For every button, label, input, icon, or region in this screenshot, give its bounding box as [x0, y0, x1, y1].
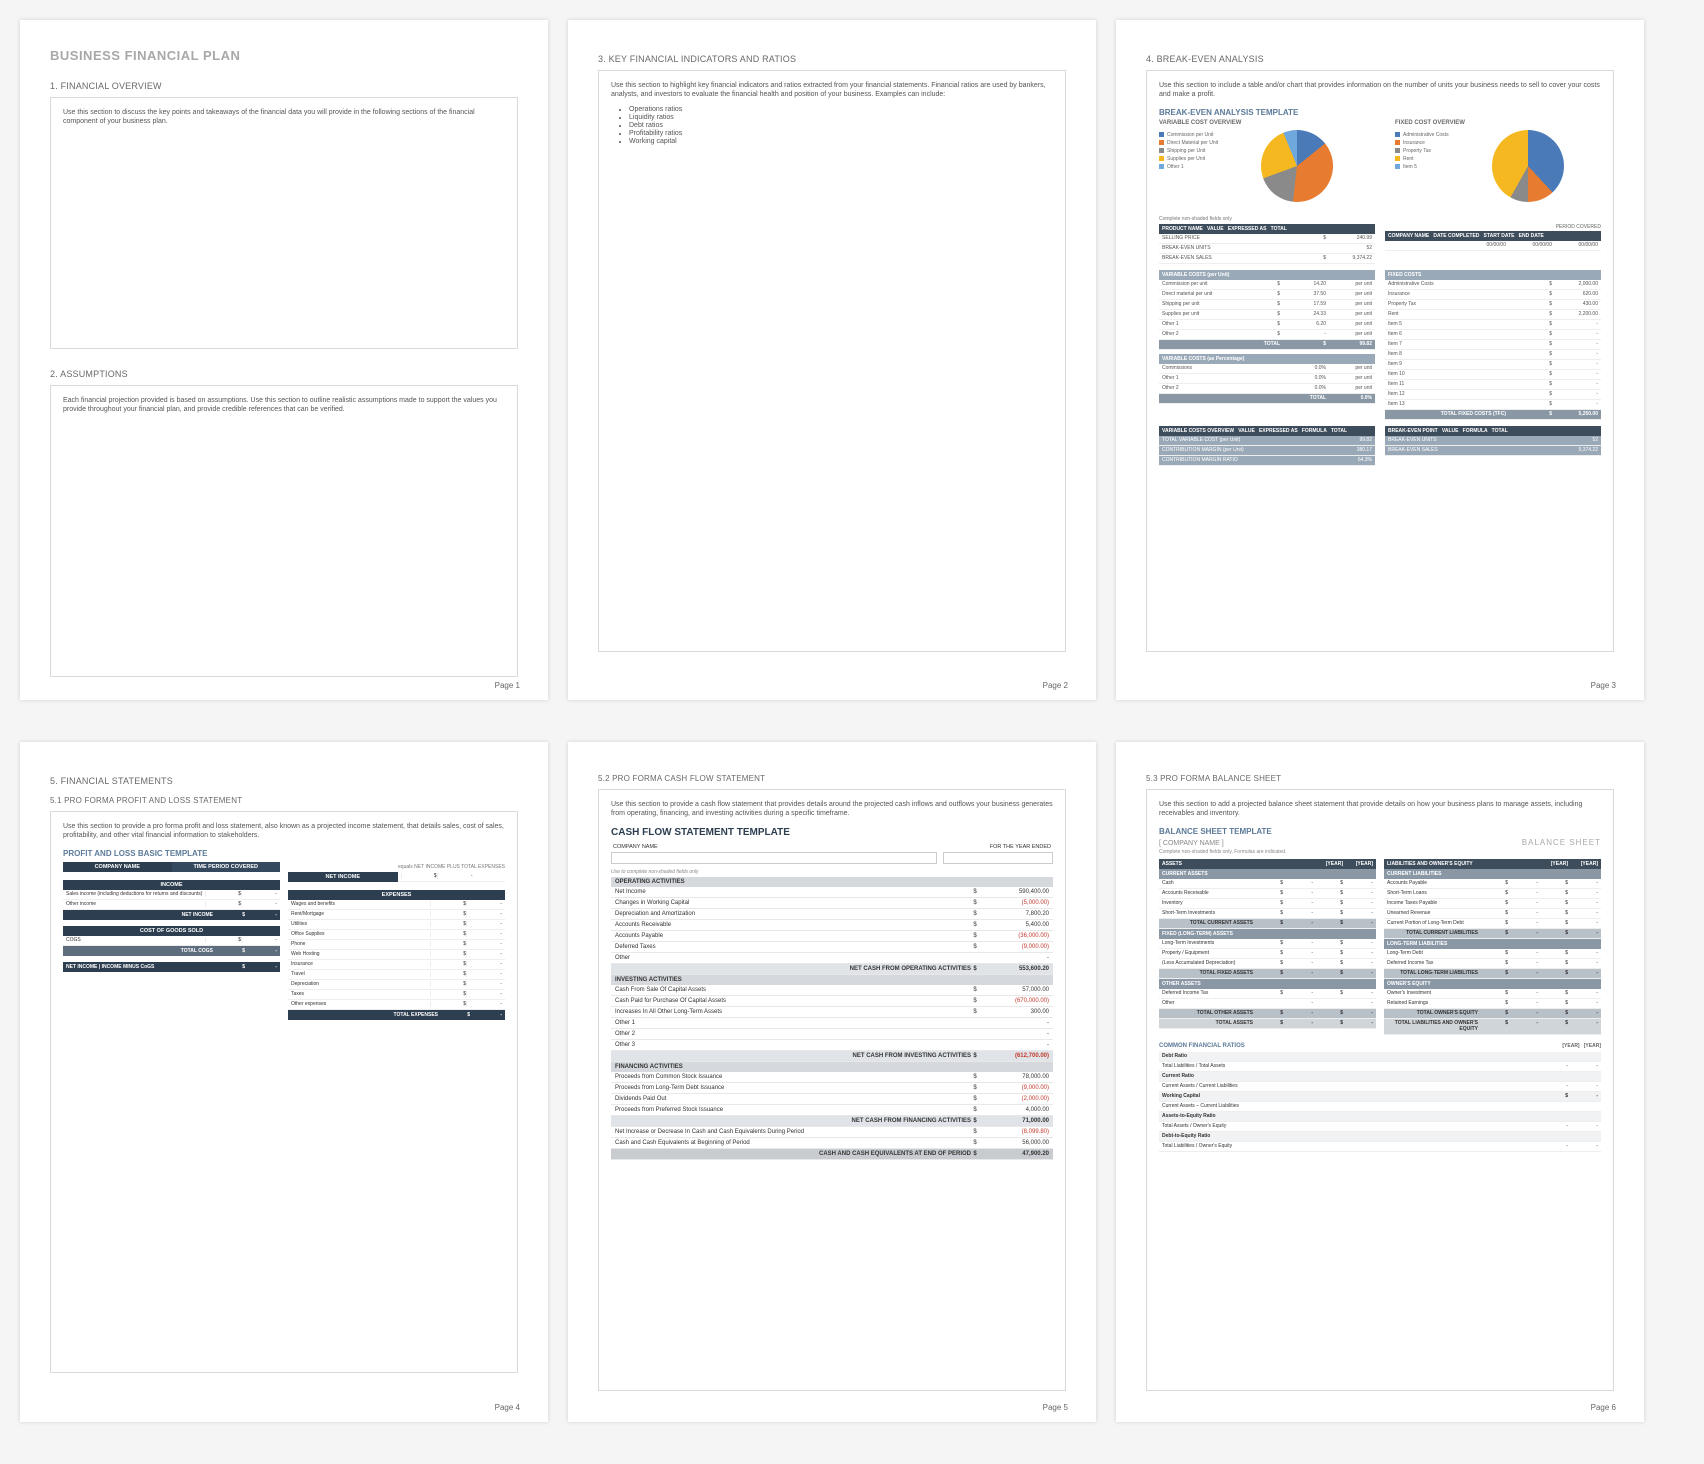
subsection-title: 5.2 PRO FORMA CASH FLOW STATEMENT [598, 774, 1066, 783]
pie-charts-row: VARIABLE COST OVERVIEW Commission per Un… [1159, 120, 1601, 202]
ratio-item: Debt ratios [629, 122, 1053, 129]
pl-right-col: equals NET INCOME PLUS TOTAL EXPENSESNET… [288, 862, 505, 1020]
product-table: PRODUCT NAME VALUE EXPRESSED AS TOTALSEL… [1159, 224, 1375, 264]
note: Complete non-shaded fields only [1159, 216, 1601, 222]
page-2: 3. KEY FINANCIAL INDICATORS AND RATIOS U… [568, 20, 1096, 700]
note: Complete non-shaded fields only. Formula… [1159, 849, 1601, 855]
assets-col: ASSETS[YEAR][YEAR] CURRENT ASSETSCash$-$… [1159, 859, 1376, 1035]
page-4: 5. FINANCIAL STATEMENTS 5.1 PRO FORMA PR… [20, 742, 548, 1422]
ratio-item: Profitability ratios [629, 130, 1053, 137]
assumptions-desc: Each financial projection provided is ba… [63, 396, 505, 415]
template-title: CASH FLOW STATEMENT TEMPLATE [611, 827, 1053, 838]
ratios-list: Operations ratiosLiquidity ratiosDebt ra… [629, 106, 1053, 145]
breakeven-box: Use this section to include a table and/… [1146, 70, 1614, 652]
vc-overview-table: VARIABLE COSTS OVERVIEW VALUE EXPRESSED … [1159, 426, 1375, 466]
page-6: 5.3 PRO FORMA BALANCE SHEET Use this sec… [1116, 742, 1644, 1422]
overview-desc: Use this section to discuss the key poin… [63, 108, 505, 127]
breakeven-desc: Use this section to include a table and/… [1159, 81, 1601, 100]
subsection-title: 5.3 PRO FORMA BALANCE SHEET [1146, 774, 1614, 783]
fixed-costs-table: FIXED COSTSAdministrative Costs$2,000.00… [1385, 270, 1601, 420]
page-number: Page 3 [1591, 681, 1616, 690]
assumptions-box: Each financial projection provided is ba… [50, 385, 518, 677]
company-table: PERIOD COVEREDCOMPANY NAME DATE COMPLETE… [1385, 224, 1601, 264]
legend-item: Commission per Unit [1159, 132, 1218, 138]
section-title: 1. FINANCIAL OVERVIEW [50, 81, 518, 91]
chart-subtitle: VARIABLE COST OVERVIEW [1159, 120, 1365, 126]
page-5: 5.2 PRO FORMA CASH FLOW STATEMENT Use th… [568, 742, 1096, 1422]
document-viewport: BUSINESS FINANCIAL PLAN 1. FINANCIAL OVE… [0, 0, 1704, 1464]
cashflow-table: COMPANY NAMEFOR THE YEAR ENDED Use to co… [611, 842, 1053, 1160]
legend-item: Rent [1395, 156, 1449, 162]
sheet-label: BALANCE SHEET [1522, 838, 1601, 847]
variable-costs-table: VARIABLE COSTS (per Unit)Commission per … [1159, 270, 1375, 420]
company-placeholder: [ COMPANY NAME ] [1159, 840, 1224, 847]
template-title: BALANCE SHEET TEMPLATE [1159, 827, 1601, 836]
pl-left-col: COMPANY NAMETIME PERIOD COVERED INCOMESa… [63, 862, 280, 1020]
bs-desc: Use this section to add a projected bala… [1159, 800, 1601, 819]
legend-item: Item 5 [1395, 164, 1449, 170]
cf-desc: Use this section to provide a cash flow … [611, 800, 1053, 819]
page-number: Page 5 [1043, 1403, 1068, 1412]
legend-item: Shipping per Unit [1159, 148, 1218, 154]
cf-box: Use this section to provide a cash flow … [598, 789, 1066, 1391]
section-title: 3. KEY FINANCIAL INDICATORS AND RATIOS [598, 54, 1066, 64]
legend-item: Administrative Costs [1395, 132, 1449, 138]
section-title: 4. BREAK-EVEN ANALYSIS [1146, 54, 1614, 64]
ratios-box: Use this section to highlight key financ… [598, 70, 1066, 652]
ratio-item: Operations ratios [629, 106, 1053, 113]
pl-desc: Use this section to provide a pro forma … [63, 822, 505, 841]
legend-item: Other 1 [1159, 164, 1218, 170]
ratios-desc: Use this section to highlight key financ… [611, 81, 1053, 100]
page-number: Page 1 [495, 681, 520, 690]
bs-box: Use this section to add a projected bala… [1146, 789, 1614, 1391]
page-1: BUSINESS FINANCIAL PLAN 1. FINANCIAL OVE… [20, 20, 548, 700]
page-number: Page 2 [1043, 681, 1068, 690]
section-title: 5. FINANCIAL STATEMENTS [50, 776, 518, 786]
page-3: 4. BREAK-EVEN ANALYSIS Use this section … [1116, 20, 1644, 700]
page-number: Page 6 [1591, 1403, 1616, 1412]
breakeven-point-table: BREAK-EVEN POINT VALUE FORMULA TOTALBREA… [1385, 426, 1601, 466]
subsection-title: 5.1 PRO FORMA PROFIT AND LOSS STATEMENT [50, 796, 518, 805]
legend-item: Insurance [1395, 140, 1449, 146]
pie-variable-cost [1261, 130, 1333, 202]
chart-subtitle: FIXED COST OVERVIEW [1395, 120, 1601, 126]
template-title: BREAK-EVEN ANALYSIS TEMPLATE [1159, 108, 1601, 117]
template-title: PROFIT AND LOSS BASIC TEMPLATE [63, 849, 505, 858]
legend-item: Property Tax [1395, 148, 1449, 154]
ratio-item: Working capital [629, 138, 1053, 145]
document-title: BUSINESS FINANCIAL PLAN [50, 48, 518, 63]
legend-variable: Commission per Unit Direct Material per U… [1159, 132, 1218, 202]
section-title: 2. ASSUMPTIONS [50, 369, 518, 379]
pie-fixed-cost [1492, 130, 1564, 202]
legend-item: Direct Material per Unit [1159, 140, 1218, 146]
ratio-item: Liquidity ratios [629, 114, 1053, 121]
ratios-section: COMMON FINANCIAL RATIOS [YEAR] [YEAR]Deb… [1159, 1043, 1601, 1152]
overview-box: Use this section to discuss the key poin… [50, 97, 518, 349]
liabilities-col: LIABILITIES AND OWNER'S EQUITY[YEAR][YEA… [1384, 859, 1601, 1035]
legend-fixed: Administrative Costs Insurance Property Ta… [1395, 132, 1449, 202]
pl-box: Use this section to provide a pro forma … [50, 811, 518, 1373]
page-number: Page 4 [495, 1403, 520, 1412]
legend-item: Supplies per Unit [1159, 156, 1218, 162]
